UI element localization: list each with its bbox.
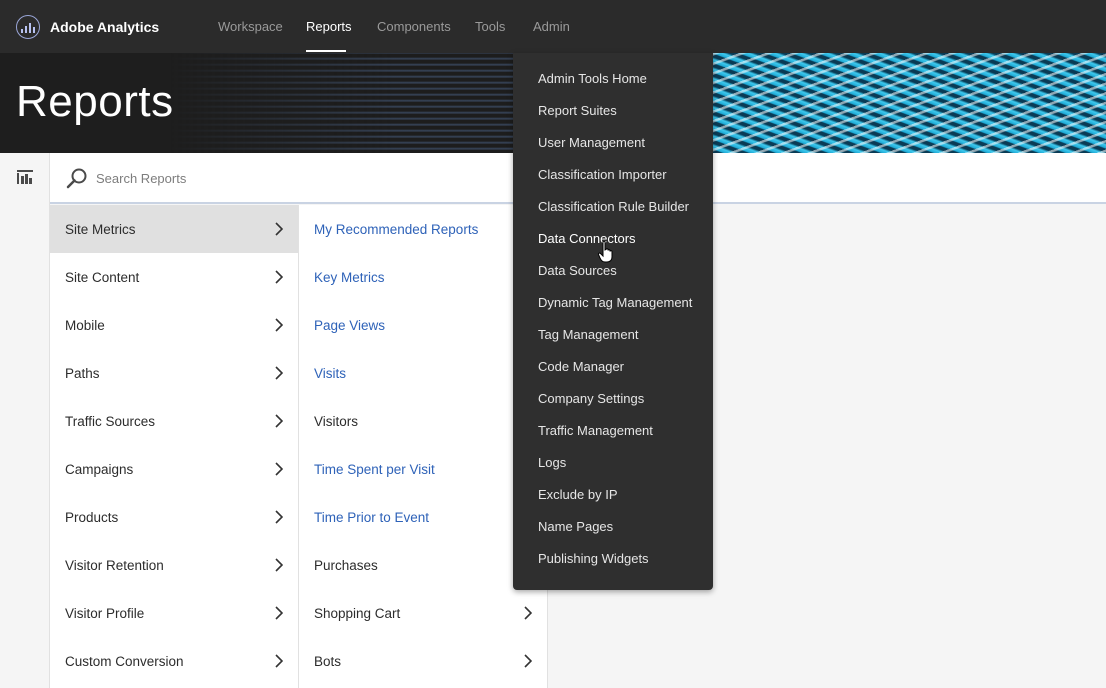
category-visitor-retention[interactable]: Visitor Retention xyxy=(50,541,298,589)
admin-menu-item[interactable]: Dynamic Tag Management xyxy=(513,287,713,319)
category-list: Site Metrics Site Content Mobile Paths T… xyxy=(50,205,299,688)
category-label: Visitor Profile xyxy=(65,605,145,621)
admin-menu-item[interactable]: Traffic Management xyxy=(513,415,713,447)
report-page-views[interactable]: Page Views xyxy=(299,301,547,349)
category-products[interactable]: Products xyxy=(50,493,298,541)
category-label: Mobile xyxy=(65,317,105,333)
category-label: Products xyxy=(65,509,119,525)
report-visits[interactable]: Visits xyxy=(299,349,547,397)
report-label: My Recommended Reports xyxy=(314,221,479,237)
report-label: Time Prior to Event xyxy=(314,509,430,525)
active-nav-indicator xyxy=(306,50,346,52)
category-label: Traffic Sources xyxy=(65,413,156,429)
report-time-prior-to-event[interactable]: Time Prior to Event xyxy=(299,493,547,541)
category-label: Campaigns xyxy=(65,461,134,477)
report-label: Key Metrics xyxy=(314,269,385,285)
admin-menu-item[interactable]: Name Pages xyxy=(513,511,713,543)
reports-library-icon[interactable] xyxy=(17,170,33,184)
left-rail xyxy=(0,153,50,688)
report-visitors[interactable]: Visitors xyxy=(299,397,547,445)
report-label: Visitors xyxy=(314,413,359,429)
report-my-recommended-reports[interactable]: My Recommended Reports xyxy=(299,205,547,253)
category-visitor-profile[interactable]: Visitor Profile xyxy=(50,589,298,637)
admin-menu-item[interactable]: Classification Rule Builder xyxy=(513,191,713,223)
admin-dropdown-menu: Admin Tools Home Report Suites User Mana… xyxy=(513,53,713,590)
admin-menu-item[interactable]: Exclude by IP xyxy=(513,479,713,511)
chevron-right-icon xyxy=(275,510,283,524)
hand-cursor-icon xyxy=(598,241,613,263)
report-label: Time Spent per Visit xyxy=(314,461,435,477)
category-site-metrics[interactable]: Site Metrics xyxy=(50,205,298,253)
chevron-right-icon xyxy=(275,558,283,572)
category-label: Visitor Retention xyxy=(65,557,164,573)
report-list: My Recommended Reports Key Metrics Page … xyxy=(299,205,548,688)
chevron-right-icon xyxy=(275,366,283,380)
chevron-right-icon xyxy=(275,414,283,428)
nav-admin[interactable]: Admin xyxy=(533,19,570,34)
app-name: Adobe Analytics xyxy=(50,19,160,35)
top-nav: Adobe Analytics Workspace Reports Compon… xyxy=(0,0,1106,53)
category-label: Custom Conversion xyxy=(65,653,184,669)
chevron-right-icon xyxy=(275,318,283,332)
banner-artwork xyxy=(713,53,1106,153)
admin-menu-item[interactable]: Tag Management xyxy=(513,319,713,351)
admin-menu-item[interactable]: Company Settings xyxy=(513,383,713,415)
admin-menu-item[interactable]: Logs xyxy=(513,447,713,479)
page-title: Reports xyxy=(16,77,174,126)
search-input[interactable] xyxy=(96,167,516,189)
category-label: Site Content xyxy=(65,269,140,285)
admin-menu-item[interactable]: Publishing Widgets xyxy=(513,543,713,575)
report-label: Page Views xyxy=(314,317,386,333)
report-label: Purchases xyxy=(314,557,378,573)
report-bots[interactable]: Bots xyxy=(299,637,547,685)
admin-menu-item[interactable]: Code Manager xyxy=(513,351,713,383)
report-label: Visits xyxy=(314,365,347,381)
chevron-right-icon xyxy=(524,654,532,668)
chevron-right-icon xyxy=(275,654,283,668)
nav-workspace[interactable]: Workspace xyxy=(218,19,283,34)
chevron-right-icon xyxy=(275,462,283,476)
report-key-metrics[interactable]: Key Metrics xyxy=(299,253,547,301)
chevron-right-icon xyxy=(524,606,532,620)
report-purchases[interactable]: Purchases xyxy=(299,541,547,589)
report-time-spent-per-visit[interactable]: Time Spent per Visit xyxy=(299,445,547,493)
category-traffic-sources[interactable]: Traffic Sources xyxy=(50,397,298,445)
category-custom-conversion[interactable]: Custom Conversion xyxy=(50,637,298,685)
report-label: Bots xyxy=(314,653,342,669)
category-site-content[interactable]: Site Content xyxy=(50,253,298,301)
nav-reports[interactable]: Reports xyxy=(306,19,352,34)
report-label: Shopping Cart xyxy=(314,605,401,621)
admin-menu-item[interactable]: Report Suites xyxy=(513,95,713,127)
search-icon xyxy=(66,168,87,189)
admin-menu-item[interactable]: Classification Importer xyxy=(513,159,713,191)
chevron-right-icon xyxy=(275,222,283,236)
chevron-right-icon xyxy=(275,270,283,284)
adobe-analytics-logo-icon xyxy=(16,15,40,39)
category-mobile[interactable]: Mobile xyxy=(50,301,298,349)
category-campaigns[interactable]: Campaigns xyxy=(50,445,298,493)
chevron-right-icon xyxy=(275,606,283,620)
category-label: Site Metrics xyxy=(65,221,136,237)
nav-components[interactable]: Components xyxy=(377,19,451,34)
category-label: Paths xyxy=(65,365,100,381)
category-paths[interactable]: Paths xyxy=(50,349,298,397)
admin-menu-item[interactable]: Admin Tools Home xyxy=(513,63,713,95)
nav-tools[interactable]: Tools xyxy=(475,19,505,34)
admin-menu-item[interactable]: User Management xyxy=(513,127,713,159)
brand[interactable]: Adobe Analytics xyxy=(16,14,159,40)
report-shopping-cart[interactable]: Shopping Cart xyxy=(299,589,547,637)
